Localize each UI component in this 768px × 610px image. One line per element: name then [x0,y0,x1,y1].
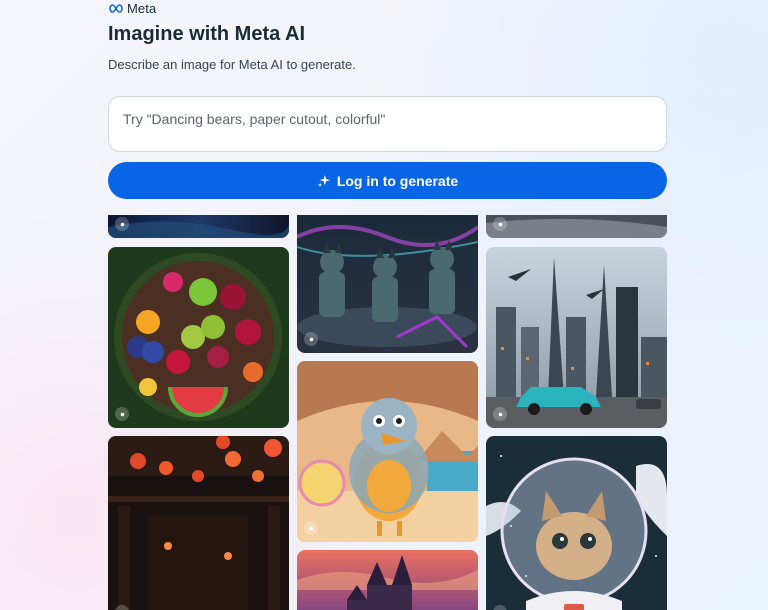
gallery-tile-futuristic-city[interactable] [486,247,667,428]
main-container: Meta Imagine with Meta AI Describe an im… [108,0,667,610]
log-in-to-generate-button[interactable]: Log in to generate [108,162,667,199]
page-title: Imagine with Meta AI [108,23,306,45]
gallery-tile-astronaut-kitten[interactable] [486,436,667,610]
futuristic-city-image [486,247,667,428]
neon-cat-warriors-image [297,215,478,353]
gallery-tile-fruit-bowl[interactable] [108,247,289,428]
image-badge-icon [304,521,318,535]
image-badge-icon [493,217,507,231]
image-badge-icon [304,332,318,346]
lantern-courtyard-image [108,436,289,610]
fantasy-castle-image [297,550,478,610]
astronaut-kitten-image [486,436,667,610]
meta-infinity-logo-icon [109,3,123,13]
generate-button-label: Log in to generate [336,172,459,189]
gallery-tile-fluffy-bird[interactable] [297,361,478,542]
prompt-box[interactable] [108,96,667,152]
gallery-tile-lantern-courtyard[interactable] [108,436,289,610]
gallery-tile-grey-abstract[interactable] [486,215,667,238]
grey-abstract-image [486,215,667,238]
image-badge-icon [493,407,507,421]
gallery-tile-neon-cat-warriors[interactable] [297,215,478,353]
brand-name: Meta [127,0,157,16]
sparkle-icon [317,174,330,187]
fruit-bowl-image [108,247,289,428]
gallery-tile-dark-abstract[interactable] [108,215,289,238]
image-badge-icon [115,407,129,421]
image-badge-icon [115,217,129,231]
image-gallery [108,215,667,610]
prompt-input[interactable] [123,109,643,129]
meta-brand[interactable]: Meta [108,0,156,16]
fluffy-bird-beach-image [297,361,478,542]
gallery-tile-fantasy-castle[interactable] [297,550,478,610]
dark-abstract-image [108,215,289,238]
page-subtitle: Describe an image for Meta AI to generat… [108,57,356,72]
